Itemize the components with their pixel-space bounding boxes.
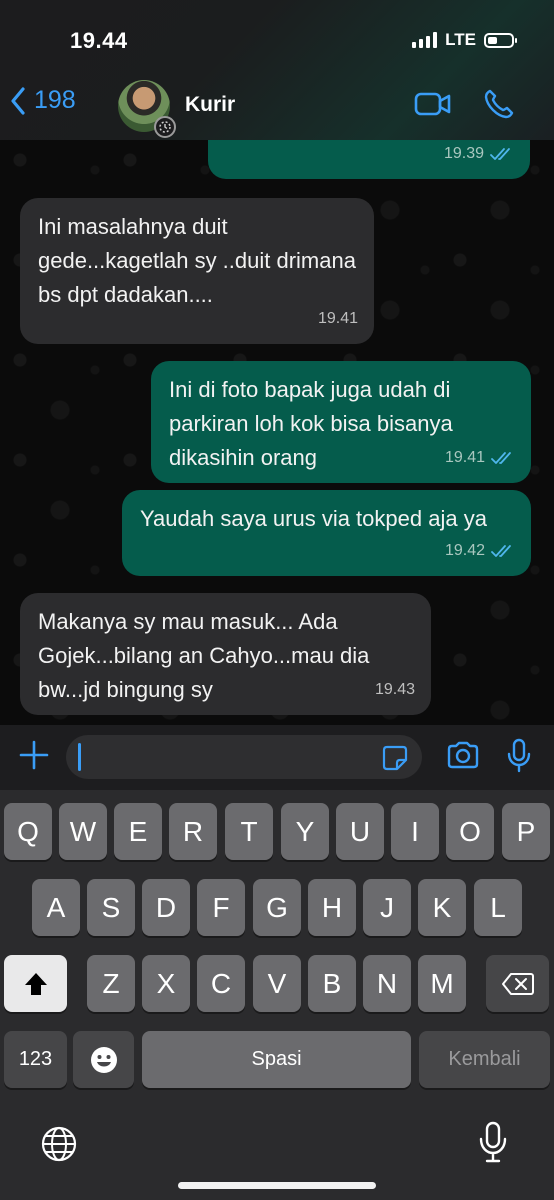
unread-count: 198 (34, 86, 76, 114)
message-bubble-outgoing[interactable]: 19.39 (208, 140, 530, 179)
key-t[interactable]: T (225, 803, 273, 860)
key-e[interactable]: E (114, 803, 162, 860)
key-g[interactable]: G (253, 879, 301, 936)
microphone-icon[interactable] (506, 738, 532, 774)
key-a[interactable]: A (32, 879, 80, 936)
key-l[interactable]: L (474, 879, 522, 936)
phone-call-icon[interactable] (483, 88, 515, 120)
key-p[interactable]: P (502, 803, 550, 860)
camera-icon[interactable] (446, 741, 480, 769)
key-q[interactable]: Q (4, 803, 52, 860)
message-bubble-incoming[interactable]: Makanya sy mau masuk... Ada Gojek...bila… (20, 593, 431, 715)
message-input[interactable] (66, 735, 422, 779)
battery-icon (484, 32, 517, 48)
message-text: Yaudah saya urus via tokped aja ya (140, 506, 487, 531)
status-time: 19.44 (70, 28, 128, 53)
message-bubble-incoming[interactable]: Ini masalahnya duit gede...kagetlah sy .… (20, 198, 374, 344)
read-receipt-icon (490, 148, 510, 160)
home-indicator[interactable] (178, 1182, 376, 1189)
key-b[interactable]: B (308, 955, 356, 1012)
key-i[interactable]: I (391, 803, 439, 860)
key-w[interactable]: W (59, 803, 107, 860)
message-bubble-outgoing[interactable]: Ini di foto bapak juga udah di parkiran … (151, 361, 531, 483)
emoji-key[interactable] (73, 1031, 134, 1088)
plus-icon[interactable] (18, 739, 50, 771)
signal-icon (412, 32, 438, 48)
shift-key[interactable] (4, 955, 67, 1012)
chat-header: 19.44 LTE 198 Kurir (0, 0, 554, 140)
key-f[interactable]: F (197, 879, 245, 936)
key-u[interactable]: U (336, 803, 384, 860)
key-h[interactable]: H (308, 879, 356, 936)
network-label: LTE (445, 30, 476, 49)
message-text: Ini masalahnya duit gede...kagetlah sy .… (38, 214, 356, 307)
key-y[interactable]: Y (281, 803, 329, 860)
contact-name[interactable]: Kurir (185, 93, 235, 117)
text-caret (78, 743, 81, 771)
key-z[interactable]: Z (87, 955, 135, 1012)
dictation-icon[interactable] (478, 1120, 508, 1164)
backspace-icon (501, 972, 534, 995)
read-receipt-icon (491, 452, 511, 464)
message-list[interactable]: 19.39 Ini masalahnya duit gede...kagetla… (0, 140, 554, 725)
key-o[interactable]: O (446, 803, 494, 860)
status-indicators: LTE (412, 30, 517, 50)
key-d[interactable]: D (142, 879, 190, 936)
shift-icon (24, 972, 47, 995)
key-n[interactable]: N (363, 955, 411, 1012)
backspace-key[interactable] (486, 955, 549, 1012)
return-key[interactable]: Kembali (419, 1031, 550, 1088)
key-j[interactable]: J (363, 879, 411, 936)
key-v[interactable]: V (253, 955, 301, 1012)
composer-bar (0, 725, 554, 790)
back-button[interactable]: 198 (10, 86, 76, 115)
key-x[interactable]: X (142, 955, 190, 1012)
status-ring-icon (154, 116, 176, 138)
key-s[interactable]: S (87, 879, 135, 936)
message-text: Makanya sy mau masuk... Ada Gojek...bila… (38, 609, 370, 702)
message-time: 19.43 (374, 681, 415, 698)
key-k[interactable]: K (418, 879, 466, 936)
emoji-icon (90, 1046, 117, 1073)
key-r[interactable]: R (169, 803, 217, 860)
message-time: 19.41 (317, 310, 358, 327)
message-time: 19.42 (444, 542, 485, 559)
message-bubble-outgoing[interactable]: Yaudah saya urus via tokped aja ya 19.42 (122, 490, 531, 576)
sticker-icon[interactable] (382, 745, 408, 771)
back-chevron-icon (11, 86, 25, 115)
message-time: 19.41 (444, 449, 485, 466)
key-c[interactable]: C (197, 955, 245, 1012)
key-m[interactable]: M (418, 955, 466, 1012)
read-receipt-icon (491, 545, 511, 557)
numbers-key[interactable]: 123 (4, 1031, 67, 1088)
space-key[interactable]: Spasi (142, 1031, 411, 1088)
globe-icon[interactable] (40, 1125, 78, 1163)
video-call-icon[interactable] (414, 91, 452, 117)
message-time: 19.39 (443, 145, 484, 162)
